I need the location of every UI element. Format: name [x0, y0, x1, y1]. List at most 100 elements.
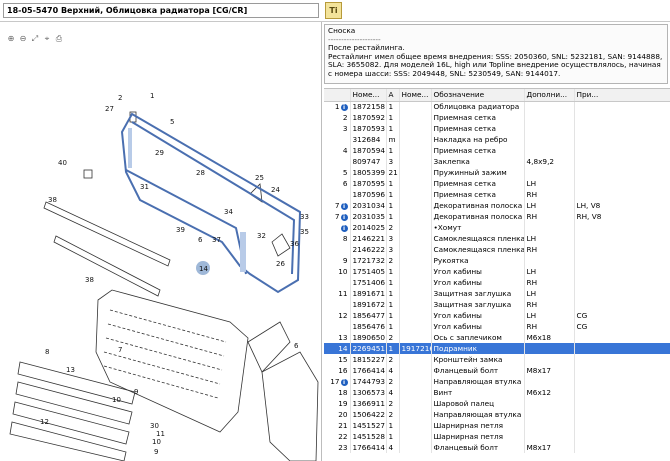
description-cell-text: Направляющая втулка [433, 377, 522, 386]
info-icon[interactable]: i [340, 202, 348, 210]
column-header[interactable]: Обозначение [431, 89, 525, 102]
callout[interactable]: 30 [150, 422, 159, 430]
table-row[interactable]: 6 1870595 1 Приемная сетка LH [324, 178, 670, 189]
table-row[interactable]: 1751406 1 Угол кабины RH [324, 277, 670, 288]
table-row[interactable]: i 2014025 2 •Хомут [324, 222, 670, 233]
column-header[interactable]: При... [574, 89, 670, 102]
callout[interactable]: 1 [150, 92, 154, 100]
table-row[interactable]: 4 1870594 1 Приемная сетка [324, 145, 670, 156]
table-row[interactable]: 23 1766414 4 Фланцевый болт M8x17 [324, 442, 670, 453]
column-header[interactable]: Номе... [399, 89, 432, 102]
select-icon[interactable]: ⌖ [42, 34, 52, 44]
callout[interactable]: 9 [154, 448, 158, 456]
callout[interactable]: 11 [156, 430, 165, 438]
column-header[interactable]: Дополни... [524, 89, 575, 102]
ti-button[interactable]: Ti [325, 2, 342, 19]
description-cell-text: Кронштейн замка [433, 355, 503, 364]
callout[interactable]: 8 [45, 348, 49, 356]
callout[interactable]: 34 [224, 208, 233, 216]
quantity-cell: 1 [386, 420, 400, 431]
callout[interactable]: 35 [300, 228, 309, 236]
callout[interactable]: 37 [212, 236, 221, 244]
additional-cell: LH [524, 200, 575, 211]
fit-icon[interactable]: ⤢ [30, 34, 40, 44]
table-row[interactable]: 12 1856477 1 Угол кабины LH CG [324, 310, 670, 321]
table-row[interactable]: 9 1721732 2 Рукоятка [324, 255, 670, 266]
info-icon[interactable]: i [340, 378, 348, 386]
table-row[interactable]: 1 i 1872158 1 Облицовка радиатора [324, 101, 670, 112]
callout[interactable]: 39 [176, 226, 185, 234]
table-row[interactable]: 20 1506422 2 Направляющая втулка [324, 409, 670, 420]
callout[interactable]: 2 [118, 94, 122, 102]
callout[interactable]: 24 [271, 186, 280, 194]
print-icon[interactable]: ⎙ [54, 34, 64, 44]
table-row[interactable]: 22 1451528 1 Шарнирная петля [324, 431, 670, 442]
table-row[interactable]: 13 1890650 2 Ось с заплечиком M6x18 [324, 332, 670, 343]
info-icon[interactable]: i [340, 224, 348, 232]
additional-cell: LH [524, 233, 575, 244]
column-header[interactable]: А [386, 89, 400, 102]
callout[interactable]: 10 [112, 396, 121, 404]
callout[interactable]: 40 [58, 159, 67, 167]
table-row[interactable]: 1870596 1 Приемная сетка RH [324, 189, 670, 200]
callout[interactable]: 38 [85, 276, 94, 284]
table-row[interactable]: 3 1870593 1 Приемная сетка [324, 123, 670, 134]
parts-table-container[interactable]: Номе... А Номе... Обозначение Дополни...… [324, 88, 670, 461]
callout[interactable]: 6 [294, 342, 299, 350]
callout[interactable]: 36 [290, 240, 299, 248]
info-icon[interactable]: i [340, 213, 348, 221]
table-row[interactable]: 2 1870592 1 Приемная сетка [324, 112, 670, 123]
callout[interactable]: 32 [257, 232, 266, 240]
callout[interactable]: 7 [118, 346, 122, 354]
table-row[interactable]: 1891672 1 Защитная заглушка RH [324, 299, 670, 310]
info-icon[interactable]: i [340, 103, 348, 111]
additional-cell: RH [524, 321, 575, 332]
callout[interactable]: 38 [48, 196, 57, 204]
table-row[interactable]: 312684 m Накладка на ребро [324, 134, 670, 145]
table-row[interactable]: 17 i 1744793 2 Направляющая втулка [324, 376, 670, 387]
table-row[interactable]: 15 1815227 2 Кронштейн замка [324, 354, 670, 365]
callout[interactable]: 31 [140, 183, 149, 191]
subframe-highlight[interactable] [120, 112, 302, 294]
column-header[interactable]: Номе... [350, 89, 387, 102]
callout[interactable]: 29 [155, 149, 164, 157]
table-row[interactable]: 16 1766414 4 Фланцевый болт M8x17 [324, 365, 670, 376]
description-cell-text: Направляющая втулка [433, 410, 522, 419]
callout[interactable]: 6 [198, 236, 203, 244]
column-header[interactable] [324, 89, 351, 102]
table-row[interactable]: 10 1751405 1 Угол кабины LH [324, 266, 670, 277]
table-row[interactable]: 809747 3 Заклепка 4,8x9,2 [324, 156, 670, 167]
table-row[interactable]: 8 2146221 3 Самоклеящаяся пленка LH [324, 233, 670, 244]
table-row[interactable]: 21 1451527 1 Шарнирная петля [324, 420, 670, 431]
description-cell: Ось с заплечиком [431, 332, 525, 343]
callout[interactable]: 28 [196, 169, 205, 177]
callout[interactable]: 33 [300, 213, 309, 221]
callout[interactable]: 13 [66, 366, 75, 374]
callout[interactable]: 10 [152, 438, 161, 446]
part-number-cell: 1451527 [350, 420, 387, 431]
drawing-pane[interactable]: ⊕ ⊖ ⤢ ⌖ ⎙ 27 2 1 5 40 29 28 31 25 24 34 … [0, 22, 322, 461]
callout[interactable]: 27 [105, 105, 114, 113]
callout[interactable]: 25 [255, 174, 264, 182]
table-row[interactable]: 18 1306573 4 Винт M6x12 [324, 387, 670, 398]
pos-cell-text: 2 [342, 113, 348, 122]
exploded-parts-drawing[interactable]: 27 2 1 5 40 29 28 31 25 24 34 33 35 32 3… [0, 52, 322, 461]
note-cell [574, 431, 670, 442]
table-row[interactable]: 19 1366911 2 Шаровой палец [324, 398, 670, 409]
callout[interactable]: 9 [134, 388, 138, 396]
table-row[interactable]: 2146222 3 Самоклеящаяся пленка RH [324, 244, 670, 255]
callout-14[interactable]: 14 [199, 265, 208, 273]
zoom-in-icon[interactable]: ⊕ [6, 34, 16, 44]
pos-cell: 14 [324, 343, 351, 354]
table-row[interactable]: 7 i 2031034 1 Декоративная полоска LH LH, V8 [324, 200, 670, 211]
callout[interactable]: 12 [40, 418, 49, 426]
callout[interactable]: 26 [276, 260, 285, 268]
quantity-cell: 2 [386, 332, 400, 343]
table-row[interactable]: 7 i 2031035 1 Декоративная полоска RH RH, V8 [324, 211, 670, 222]
table-row[interactable]: 1856476 1 Угол кабины RH CG [324, 321, 670, 332]
callout[interactable]: 5 [170, 118, 174, 126]
table-row[interactable]: 11 1891671 1 Защитная заглушка LH [324, 288, 670, 299]
zoom-out-icon[interactable]: ⊖ [18, 34, 28, 44]
table-row[interactable]: 5 1805399 21 Пружинный зажим [324, 167, 670, 178]
table-row[interactable]: 14 2269451 1 1917216 Подрамник [324, 343, 670, 354]
